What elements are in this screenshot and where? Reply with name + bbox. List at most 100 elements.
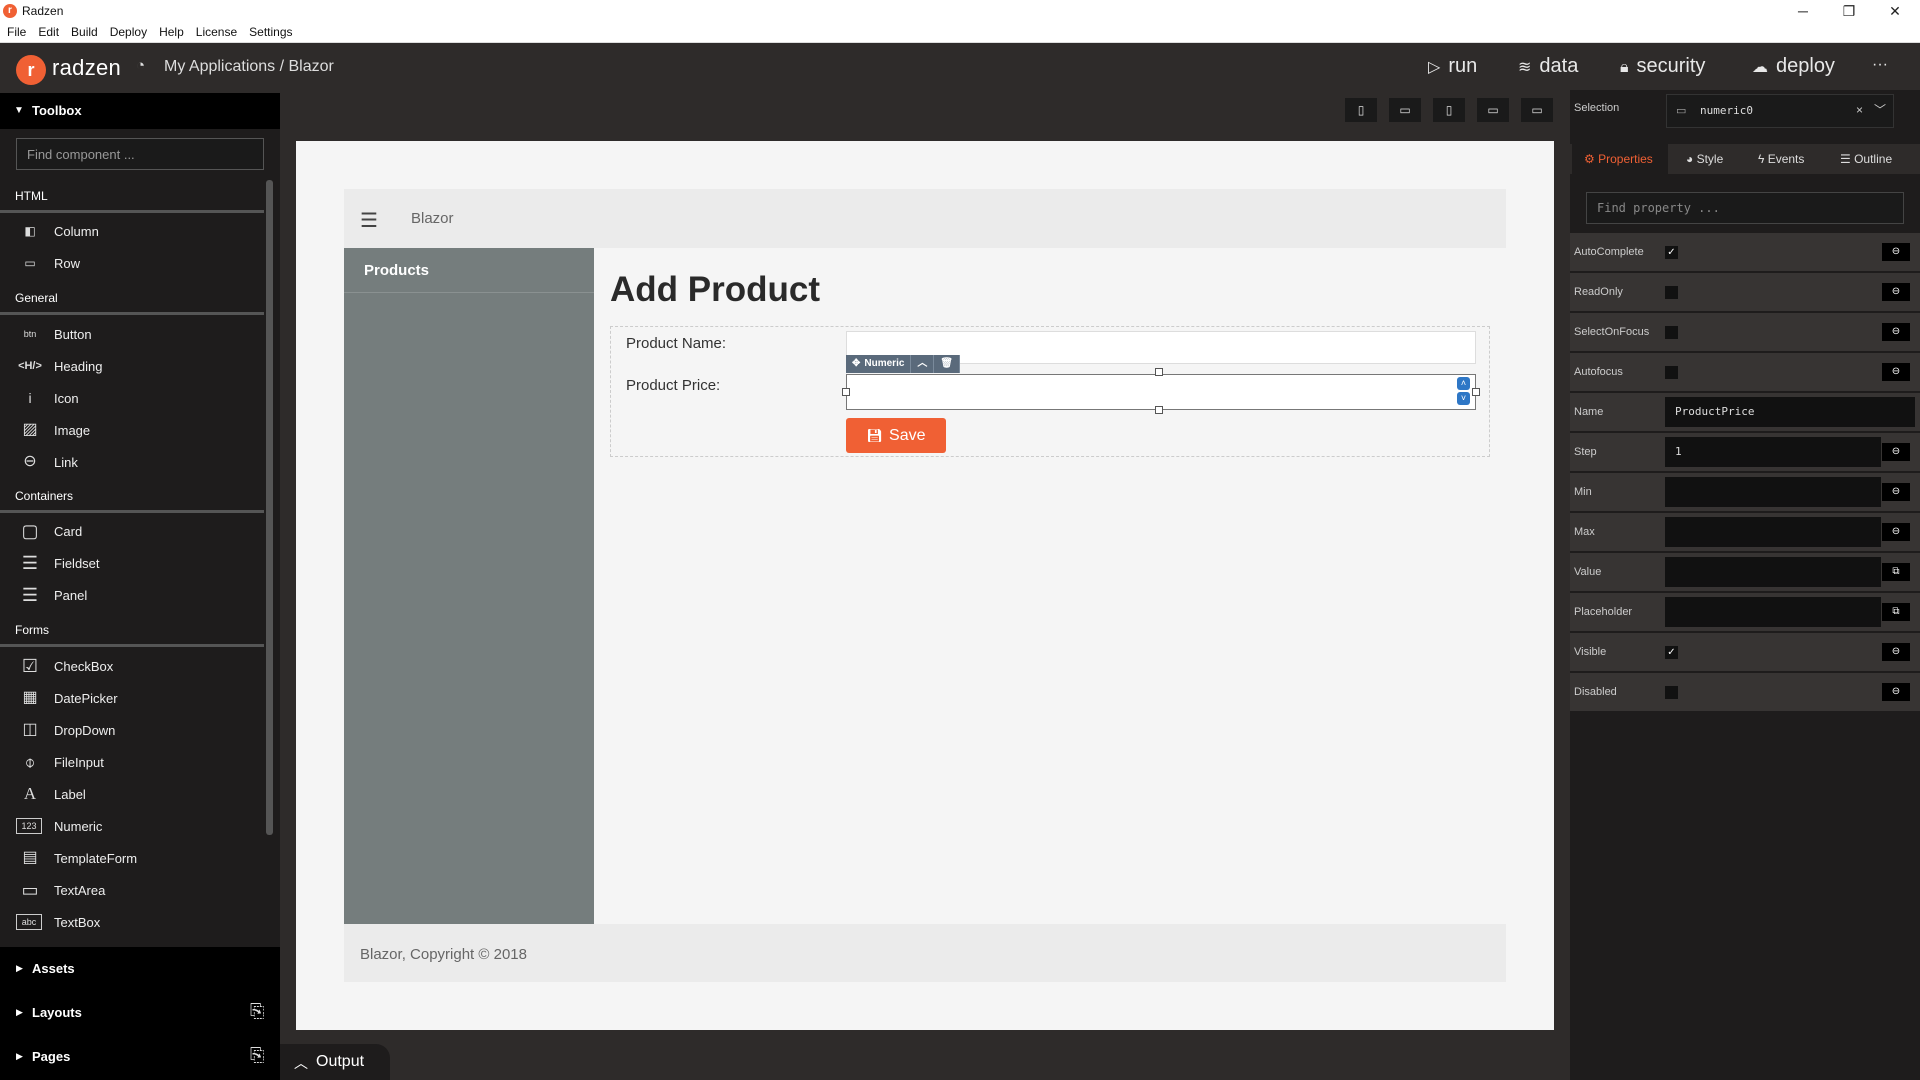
device-phone-portrait-button[interactable]: ▯ (1345, 98, 1377, 122)
step-input[interactable]: 1 (1665, 437, 1881, 467)
menu-file[interactable]: File (0, 22, 31, 39)
tool-image[interactable]: Image (54, 423, 90, 438)
bind-button-disabled[interactable]: ⊖ (1882, 683, 1910, 701)
restore-button[interactable]: ❐ (1826, 0, 1872, 22)
edit-expression-icon[interactable]: ⧉ (1882, 563, 1910, 581)
close-window-button[interactable]: ✕ (1872, 0, 1918, 22)
tab-properties[interactable]: ⚙ Properties (1584, 152, 1653, 166)
bind-button-autofocus[interactable]: ⊖ (1882, 363, 1910, 381)
tool-card[interactable]: Card (54, 524, 82, 539)
tool-datepicker[interactable]: DatePicker (54, 691, 118, 706)
find-property-input[interactable]: Find property ... (1586, 192, 1904, 224)
delete-icon[interactable]: 🗑︎ (934, 355, 961, 373)
bind-button-selectonfocus[interactable]: ⊖ (1882, 323, 1910, 341)
output-label: Output (316, 1053, 365, 1070)
run-button[interactable]: ▷ run (1428, 55, 1477, 78)
brand-name[interactable]: radzen (52, 55, 121, 81)
resize-handle-left[interactable] (842, 388, 850, 396)
max-input[interactable] (1665, 517, 1881, 547)
spin-up-icon[interactable]: ˄ (1457, 377, 1470, 390)
menu-deploy[interactable]: Deploy (103, 22, 152, 39)
save-button[interactable]: 💾︎ Save (846, 418, 946, 453)
tool-panel[interactable]: Panel (54, 588, 87, 603)
breadcrumb[interactable]: My Applications / Blazor (164, 58, 334, 76)
product-price-numeric[interactable] (846, 374, 1476, 410)
tool-column[interactable]: Column (54, 224, 99, 239)
resize-handle-top[interactable] (1155, 368, 1163, 376)
tool-fileinput[interactable]: FileInput (54, 755, 104, 770)
tool-heading[interactable]: Heading (54, 359, 102, 374)
device-tablet-portrait-button[interactable]: ▯ (1433, 98, 1465, 122)
tool-dropdown[interactable]: DropDown (54, 723, 115, 738)
add-layout-icon[interactable]: ⎘ (250, 1001, 264, 1022)
component-move-handle[interactable]: ✥ Numeric (846, 355, 912, 373)
menu-build[interactable]: Build (64, 22, 103, 39)
autocomplete-checkbox[interactable]: ✓ (1665, 246, 1678, 259)
device-desktop-button[interactable]: ▭ (1521, 98, 1553, 122)
minimize-button[interactable]: ─ (1780, 0, 1826, 22)
device-phone-landscape-button[interactable]: ▭ (1389, 98, 1421, 122)
bind-button-step[interactable]: ⊖ (1882, 443, 1910, 461)
pages-label: Pages (32, 1049, 71, 1064)
chevron-down-icon[interactable]: ﹀ (1874, 101, 1886, 118)
toolbox-scrollbar[interactable] (266, 180, 273, 835)
value-input[interactable] (1665, 557, 1881, 587)
tool-textarea[interactable]: TextArea (54, 883, 105, 898)
tool-numeric[interactable]: Numeric (54, 819, 102, 834)
bind-button-visible[interactable]: ⊖ (1882, 643, 1910, 661)
resize-handle-right[interactable] (1472, 388, 1480, 396)
toolbox-header[interactable]: ▼ Toolbox (0, 93, 280, 129)
find-component-input[interactable]: Find component ... (16, 138, 264, 170)
radzen-brand-icon[interactable]: r (16, 55, 46, 85)
bind-button-max[interactable]: ⊖ (1882, 523, 1910, 541)
more-button[interactable]: ··· (1872, 56, 1888, 74)
select-parent-icon[interactable]: ︿ (911, 355, 935, 373)
deploy-button[interactable]: ☁ deploy (1752, 55, 1835, 78)
menu-license[interactable]: License (189, 22, 242, 39)
tab-outline[interactable]: ☰ Outline (1840, 152, 1892, 166)
bind-button-autocomplete[interactable]: ⊖ (1882, 243, 1910, 261)
sidebar-item-products[interactable]: Products (364, 262, 429, 279)
selectonfocus-checkbox[interactable] (1665, 326, 1678, 339)
product-name-label[interactable]: Product Name: (626, 335, 726, 352)
layouts-section[interactable]: ▶ Layouts ⎘ (0, 991, 280, 1035)
edit-expression-icon[interactable]: ⧉ (1882, 603, 1910, 621)
footer-text[interactable]: Blazor, Copyright © 2018 (360, 946, 527, 963)
visible-checkbox[interactable]: ✓ (1665, 646, 1678, 659)
tab-style[interactable]: ◕ Style (1686, 152, 1723, 166)
tool-row[interactable]: Row (54, 256, 80, 271)
tool-textbox[interactable]: TextBox (54, 915, 100, 930)
name-input[interactable]: ProductPrice (1665, 397, 1915, 427)
resize-handle-bottom[interactable] (1155, 406, 1163, 414)
readonly-checkbox[interactable] (1665, 286, 1678, 299)
menu-help[interactable]: Help (152, 22, 189, 39)
tool-label[interactable]: Label (54, 787, 86, 802)
data-button[interactable]: ≋ data (1518, 55, 1578, 78)
tool-link[interactable]: Link (54, 455, 78, 470)
security-button[interactable]: 🔒︎ security (1620, 55, 1705, 78)
bind-button-readonly[interactable]: ⊖ (1882, 283, 1910, 301)
device-tablet-landscape-button[interactable]: ▭ (1477, 98, 1509, 122)
assets-section[interactable]: ▶ Assets (0, 947, 280, 991)
tool-templateform[interactable]: TemplateForm (54, 851, 137, 866)
tool-checkbox[interactable]: CheckBox (54, 659, 113, 674)
tool-icon[interactable]: Icon (54, 391, 79, 406)
menu-settings[interactable]: Settings (242, 22, 297, 39)
tool-fieldset[interactable]: Fieldset (54, 556, 100, 571)
bind-button-min[interactable]: ⊖ (1882, 483, 1910, 501)
page-title[interactable]: Add Product (610, 270, 820, 310)
placeholder-input[interactable] (1665, 597, 1881, 627)
clear-selection-icon[interactable]: × (1856, 103, 1863, 117)
tab-events[interactable]: ϟ Events (1758, 152, 1804, 166)
tool-button[interactable]: Button (54, 327, 92, 342)
product-price-label[interactable]: Product Price: (626, 377, 720, 394)
disabled-checkbox[interactable] (1665, 686, 1678, 699)
pages-section[interactable]: ▶ Pages ⎘ (0, 1035, 280, 1080)
output-tab[interactable]: ︿ Output (280, 1044, 390, 1080)
add-page-icon[interactable]: ⎘ (250, 1045, 264, 1066)
menu-edit[interactable]: Edit (31, 22, 64, 39)
autofocus-checkbox[interactable] (1665, 366, 1678, 379)
hamburger-icon[interactable]: ☰ (360, 208, 378, 233)
min-input[interactable] (1665, 477, 1881, 507)
spin-down-icon[interactable]: ˅ (1457, 392, 1470, 405)
